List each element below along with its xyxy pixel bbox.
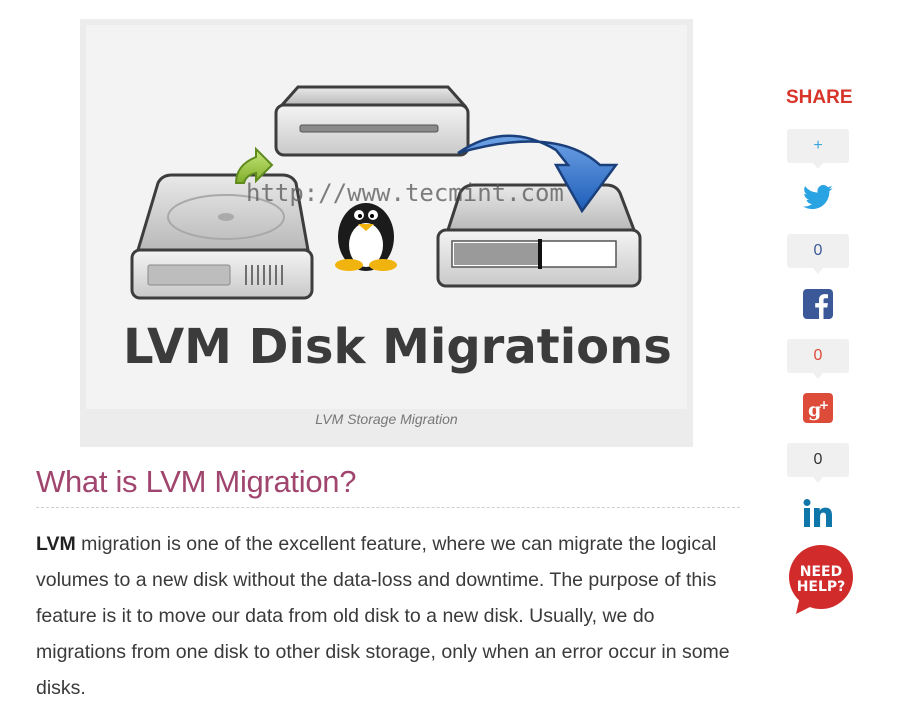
source-drive-icon — [274, 85, 470, 157]
twitter-icon[interactable] — [802, 182, 834, 214]
share-title: SHARE — [786, 87, 853, 108]
figure-image: http://www.tecmint.com LVM Disk Migratio… — [86, 25, 687, 409]
watermark-text: http://www.tecmint.com — [246, 179, 564, 207]
linkedin-icon[interactable] — [802, 497, 834, 529]
tux-penguin-icon — [335, 203, 397, 271]
twitter-count: + — [787, 129, 849, 169]
article-figure: http://www.tecmint.com LVM Disk Migratio… — [80, 19, 693, 447]
article-paragraph: LVM migration is one of the excellent fe… — [36, 526, 748, 706]
facebook-count: 0 — [787, 234, 849, 274]
heading-divider — [36, 507, 740, 508]
google-plus-count: 0 — [787, 339, 849, 379]
image-title-text: LVM Disk Migrations — [123, 319, 672, 375]
figure-caption: LVM Storage Migration — [315, 411, 458, 427]
lvm-migration-illustration: http://www.tecmint.com LVM Disk Migratio… — [123, 85, 672, 375]
google-plus-icon[interactable]: g + — [802, 392, 834, 424]
help-badge-line2: HELP? — [797, 579, 846, 595]
need-help-badge[interactable]: NEED HELP? — [786, 544, 856, 616]
paragraph-text: migration is one of the excellent featur… — [36, 533, 730, 699]
linkedin-count: 0 — [787, 443, 849, 483]
help-badge-line1: NEED — [800, 564, 842, 580]
svg-text:+: + — [819, 398, 829, 412]
lvm-bold-term: LVM — [36, 533, 76, 555]
facebook-icon[interactable] — [802, 288, 834, 320]
section-heading: What is LVM Migration? — [36, 464, 357, 499]
